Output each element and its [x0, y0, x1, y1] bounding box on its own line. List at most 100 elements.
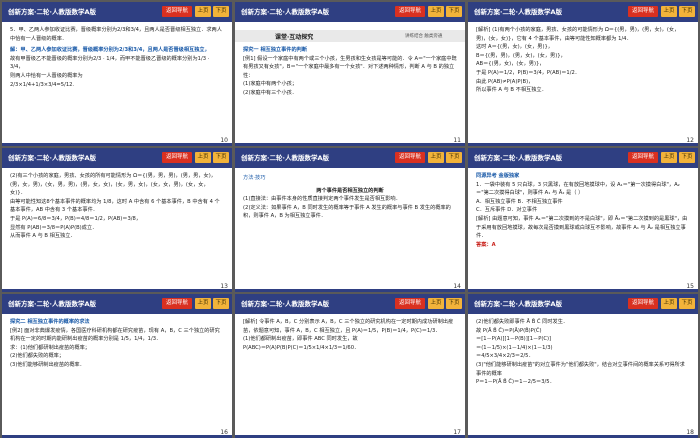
prev-page-button[interactable]: 上页: [428, 6, 444, 17]
text-line: AB＝{(男，女)，(女，男)}，: [476, 61, 545, 68]
slide-thumbnail[interactable]: 创新方案·二轮·人教版数学A版 返回导航 上页 下页 方法·技巧 两个事件是否相…: [235, 148, 465, 292]
slide-thumbnail[interactable]: 创新方案·二轮·人教版数学A版 返回导航 上页 下页 [解析] 令事件 A，B，…: [235, 294, 465, 438]
text-line: (1)家庭中有两个小孩；: [243, 81, 298, 88]
text-line: 则两人中恰有一人晋级的概率为: [10, 72, 83, 79]
slide-header: 创新方案·二轮·人教版数学A版 返回导航 上页 下页: [235, 294, 465, 314]
back-nav-button[interactable]: 返回导航: [162, 298, 192, 309]
back-nav-button[interactable]: 返回导航: [628, 152, 658, 163]
next-page-button[interactable]: 下页: [213, 298, 229, 309]
slide-body: [解析] (1)有两个小孩的家庭，男孩、女孩的可能情形为 Ω＝{(男，男)，(男…: [476, 26, 690, 95]
prev-page-button[interactable]: 上页: [661, 6, 677, 17]
prev-page-button[interactable]: 上页: [661, 298, 677, 309]
slide-body: 5．甲、乙两人参加收证比赛，晋级概率分别为2/3和3/4，且两人是否晋级相互独立…: [10, 26, 224, 89]
back-nav-button[interactable]: 返回导航: [162, 152, 192, 163]
text-line: (2)他们都失败的概率；: [10, 353, 65, 360]
text-line: ＝4/5×3/4×2/3＝2/5．: [476, 353, 534, 360]
option-line: A．相互独立事件 B．不相互独立事件: [476, 198, 563, 205]
prev-page-button[interactable]: 上页: [428, 152, 444, 163]
back-nav-button[interactable]: 返回导航: [162, 6, 192, 17]
back-nav-button[interactable]: 返回导航: [628, 298, 658, 309]
slide-header: 创新方案·二轮·人教版数学A版 返回导航 上页 下页: [468, 294, 698, 314]
footer-bar: [468, 143, 698, 146]
back-nav-button[interactable]: 返回导航: [628, 6, 658, 17]
example-text: [例2] 面对非典爆发疫情，各国医疗科研机构都在研究疫苗，现有 A，B，C 三个…: [10, 327, 220, 343]
slide-body: (2)有三个小孩的家庭，男孩、女孩的所有可能情形为 Ω＝{(男，男，男)，(男，…: [10, 172, 224, 241]
prev-page-button[interactable]: 上页: [195, 152, 211, 163]
text-line: 2/3×1/4+1/3×3/4=5/12.: [10, 81, 75, 88]
section-title: 课堂·互动探究: [275, 34, 314, 41]
page-number: 17: [453, 429, 461, 436]
footer-bar: [235, 289, 465, 292]
slide-thumbnail[interactable]: 创新方案·二轮·人教版数学A版 返回导航 上页 下页 5．甲、乙两人参加收证比赛…: [2, 2, 232, 146]
practice-heading: 同源异考 金版独家: [476, 173, 520, 179]
text-line: 求：(1)他们都研制出疫苗的概率；: [10, 344, 90, 351]
footer-bar: [235, 143, 465, 146]
slide-thumbnail[interactable]: 创新方案·二轮·人教版数学A版 返回导航 上页 下页 同源异考 金版独家 1．一…: [468, 148, 698, 292]
footer-bar: [2, 289, 232, 292]
text-line: 所以事件 A 与 B 不相互独立．: [476, 87, 547, 94]
next-page-button[interactable]: 下页: [213, 152, 229, 163]
page-number: 11: [453, 137, 461, 144]
next-page-button[interactable]: 下页: [679, 6, 695, 17]
answer-text: 答案：A: [476, 241, 496, 248]
text-line: (1)直接法：由事件本身的性质直接判定两个事件发生是否相互影响．: [243, 196, 401, 203]
back-nav-button[interactable]: 返回导航: [395, 152, 425, 163]
method-heading: 方法·技巧: [243, 175, 266, 181]
prev-page-button[interactable]: 上页: [195, 298, 211, 309]
slide-grid: 创新方案·二轮·人教版数学A版 返回导航 上页 下页 5．甲、乙两人参加收证比赛…: [0, 0, 700, 438]
slide-body: 同源异考 金版独家 1．一袋中装有 5 只白球，3 只黑球，在有放回地摸球中，设…: [476, 172, 690, 249]
page-number: 12: [686, 137, 694, 144]
slide-body: [解析] 令事件 A，B，C 分别表示 A，B，C 三个独立的研究机构在一定时期…: [243, 318, 457, 352]
solution-text: 解：甲、乙两人参加收证比赛，晋级概率分别为2/3和3/4，且两人是否晋级相互独立…: [10, 47, 210, 54]
slide-header: 创新方案·二轮·人教版数学A版 返回导航 上页 下页: [468, 148, 698, 168]
text-line: 于是 P(A)＝6/8＝3/4，P(B)＝4/8＝1/2，P(AB)＝3/8，: [10, 215, 142, 222]
topic-heading: 探究一 相互独立事件的判断: [243, 47, 308, 53]
text-line: 这时 A＝{(男，女)，(女，男)}，: [476, 44, 553, 51]
slide-body: 探究二 相互独立事件的概率的求法 [例2] 面对非典爆发疫情，各国医疗科研机构都…: [10, 318, 224, 370]
slide-body: 方法·技巧 两个事件是否相互独立的判断 (1)直接法：由事件本身的性质直接判定两…: [243, 174, 457, 221]
text-line: ＝(1－1/5)×(1－1/4)×(1－1/3): [476, 344, 553, 351]
slide-header: 创新方案·二轮·人教版数学A版 返回导航 上页 下页: [468, 2, 698, 22]
header-title: 创新方案·二轮·人教版数学A版: [8, 154, 96, 162]
slide-header: 创新方案·二轮·人教版数学A版 返回导航 上页 下页: [2, 2, 232, 22]
next-page-button[interactable]: 下页: [679, 152, 695, 163]
text-line: (3)"他们能够研制出疫苗"的对立事件为"他们都失败"，结合对立事件间的概率关系…: [476, 361, 685, 377]
back-nav-button[interactable]: 返回导航: [395, 6, 425, 17]
header-title: 创新方案·二轮·人教版数学A版: [8, 8, 96, 16]
slide-thumbnail[interactable]: 创新方案·二轮·人教版数学A版 返回导航 上页 下页 探究二 相互独立事件的概率…: [2, 294, 232, 438]
header-title: 创新方案·二轮·人教版数学A版: [241, 300, 329, 308]
next-page-button[interactable]: 下页: [446, 6, 462, 17]
analysis-text: [解析] 由题意可知，事件 A₁＝"第二次摸到的不是白球"，即 Ā₂＝"第二次摸…: [476, 215, 688, 240]
section-subtitle: 讲练结合 触类旁通: [405, 34, 443, 39]
text-line: 故有甲晋级乙不能晋级的概率分别为2/3 · 1/4，而甲不能晋级乙晋级的概率分别…: [10, 55, 210, 71]
prev-page-button[interactable]: 上页: [428, 298, 444, 309]
slide-thumbnail[interactable]: 创新方案·二轮·人教版数学A版 返回导航 上页 下页 [解析] (1)有两个小孩…: [468, 2, 698, 146]
question-text: 5．甲、乙两人参加收证比赛，晋级概率分别为2/3和3/4，且两人是否晋级相互独立…: [10, 27, 222, 42]
slide-thumbnail[interactable]: 创新方案·二轮·人教版数学A版 返回导航 上页 下页 (2)有三个小孩的家庭，男…: [2, 148, 232, 292]
footer-bar: [468, 289, 698, 292]
page-number: 13: [220, 283, 228, 290]
next-page-button[interactable]: 下页: [446, 152, 462, 163]
text-line: 由等可能性知这8个基本事件的概率均为 1/8，这时 A 中含有 6 个基本事件，…: [10, 198, 220, 214]
prev-page-button[interactable]: 上页: [661, 152, 677, 163]
question-text: 1．一袋中装有 5 只白球，3 只黑球，在有放回地摸球中，设 A₁＝"第一次摸得…: [476, 181, 680, 197]
text-line: 由此 P(AB)≠P(A)P(B)，: [476, 78, 534, 85]
header-title: 创新方案·二轮·人教版数学A版: [474, 300, 562, 308]
slide-thumbnail[interactable]: 创新方案·二轮·人教版数学A版 返回导航 上页 下页 课堂·互动探究 讲练结合 …: [235, 2, 465, 146]
next-page-button[interactable]: 下页: [679, 298, 695, 309]
back-nav-button[interactable]: 返回导航: [395, 298, 425, 309]
section-band: 课堂·互动探究 讲练结合 触类旁通: [235, 30, 465, 42]
next-page-button[interactable]: 下页: [446, 298, 462, 309]
text-line: 故 P(Ā B̄ C̄)＝P(Ā)P(B̄)P(C̄): [476, 327, 542, 334]
topic-heading: 探究二 相互独立事件的概率的求法: [10, 319, 90, 325]
text-line: P(ABC)＝P(A)P(B)P(C)＝1/5×1/4×1/3＝1/60．: [243, 344, 360, 351]
text-line: B＝{(男，男)，(男，女)，(女，男)}，: [476, 52, 566, 59]
text-line: ＝[1－P(A)][1－P(B)][1－P(C)]: [476, 336, 552, 343]
page-number: 15: [686, 283, 694, 290]
text-line: 显然有 P(AB)＝3/8＝P(A)P(B)成立．: [10, 224, 98, 231]
option-line: C．互斥事件 D．对立事件: [476, 207, 538, 214]
text-line: (2)他们都失败即事件 Ā B̄ C̄ 同时发生．: [476, 319, 569, 325]
slide-thumbnail[interactable]: 创新方案·二轮·人教版数学A版 返回导航 上页 下页 (2)他们都失败即事件 Ā…: [468, 294, 698, 438]
prev-page-button[interactable]: 上页: [195, 6, 211, 17]
next-page-button[interactable]: 下页: [213, 6, 229, 17]
